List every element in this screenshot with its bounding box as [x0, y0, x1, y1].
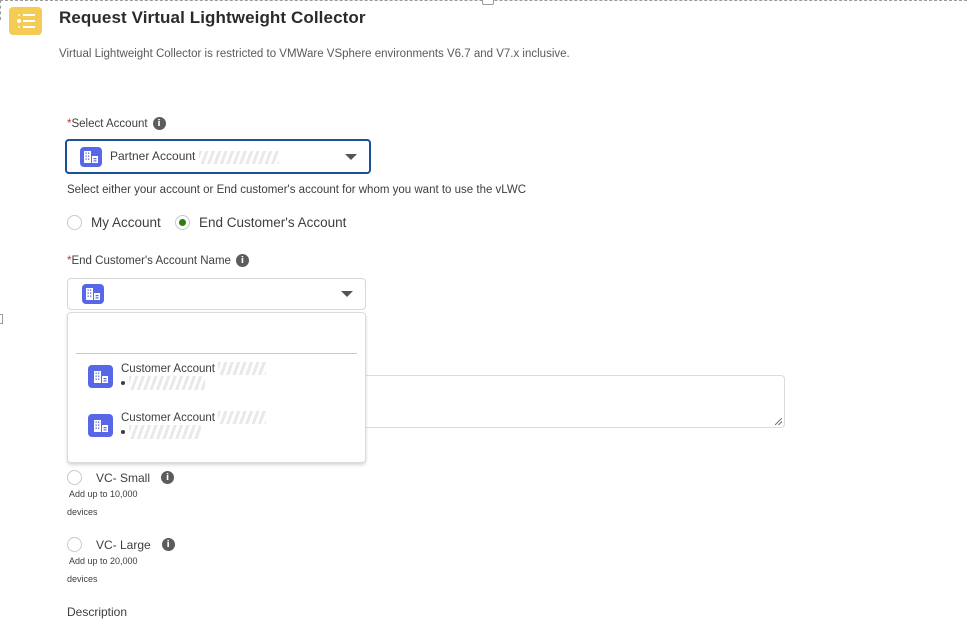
redacted-text [198, 150, 279, 164]
resize-handle-top[interactable] [482, 0, 494, 5]
radio-button-checked[interactable] [175, 215, 190, 230]
dropdown-search-area[interactable] [76, 319, 357, 351]
account-help-text: Select either your account or End custom… [67, 184, 527, 196]
redacted-text [129, 376, 205, 390]
dropdown-option[interactable]: Customer Account [88, 362, 267, 390]
radio-button[interactable] [67, 470, 82, 485]
select-account-value: Partner Account [110, 149, 279, 164]
select-account-label: *Select Account i [67, 117, 166, 130]
resize-grip-icon[interactable] [775, 418, 782, 425]
chevron-down-icon[interactable] [341, 291, 353, 297]
radio-label: VC- Small [96, 470, 151, 485]
radio-vc-small[interactable]: VC- Small i [67, 470, 175, 485]
account-building-icon [88, 414, 113, 437]
chevron-down-icon[interactable] [345, 153, 357, 160]
size-option-large: VC- Large i Add up to 20,000 devices [67, 537, 175, 588]
info-icon[interactable]: i [161, 471, 175, 484]
radio-vc-large[interactable]: VC- Large i [67, 537, 175, 552]
end-customer-label-text: End Customer's Account Name [71, 254, 231, 267]
dropdown-option[interactable]: Customer Account [88, 411, 267, 439]
info-icon[interactable]: i [152, 117, 166, 130]
page-title: Request Virtual Lightweight Collector [59, 8, 366, 27]
redacted-text [218, 411, 267, 425]
description-label: Description [67, 605, 128, 619]
bullet-icon [121, 381, 125, 385]
selection-border-left [0, 0, 1, 20]
option-title: Customer Account [121, 411, 267, 425]
option-subtitle [121, 376, 266, 390]
radio-button[interactable] [67, 537, 82, 552]
option-subtitle [121, 425, 266, 439]
redacted-text [218, 362, 267, 376]
bullet-icon [121, 430, 125, 434]
radio-label: VC- Large [96, 537, 151, 552]
radio-button[interactable] [67, 215, 82, 230]
dropdown-divider [76, 353, 357, 354]
page-subtitle: Virtual Lightweight Collector is restric… [59, 48, 570, 60]
account-building-icon [80, 146, 102, 167]
list-icon [9, 7, 42, 35]
radio-label: End Customer's Account [199, 215, 347, 230]
select-account-combobox[interactable]: Partner Account [65, 139, 371, 174]
size-description: Add up to 20,000 [69, 556, 138, 566]
resize-handle-left[interactable] [0, 314, 3, 324]
size-option-small: VC- Small i Add up to 10,000 devices [67, 470, 175, 521]
end-customer-account-label: *End Customer's Account Name i [67, 254, 249, 267]
end-customer-combobox[interactable] [67, 278, 366, 310]
select-account-label-text: Select Account [71, 117, 148, 130]
end-customer-dropdown: Customer Account Customer Account [67, 312, 366, 463]
info-icon[interactable]: i [235, 254, 249, 267]
radio-end-customer-account[interactable]: End Customer's Account [175, 215, 346, 230]
option-title: Customer Account [121, 362, 267, 376]
size-description-unit: devices [67, 574, 98, 584]
account-building-icon [88, 365, 113, 388]
account-building-icon [82, 284, 104, 304]
radio-label: My Account [91, 215, 161, 230]
radio-my-account[interactable]: My Account [67, 215, 161, 230]
size-description-unit: devices [67, 507, 98, 517]
redacted-text [129, 425, 201, 439]
size-description: Add up to 10,000 [69, 489, 138, 499]
info-icon[interactable]: i [161, 538, 175, 551]
